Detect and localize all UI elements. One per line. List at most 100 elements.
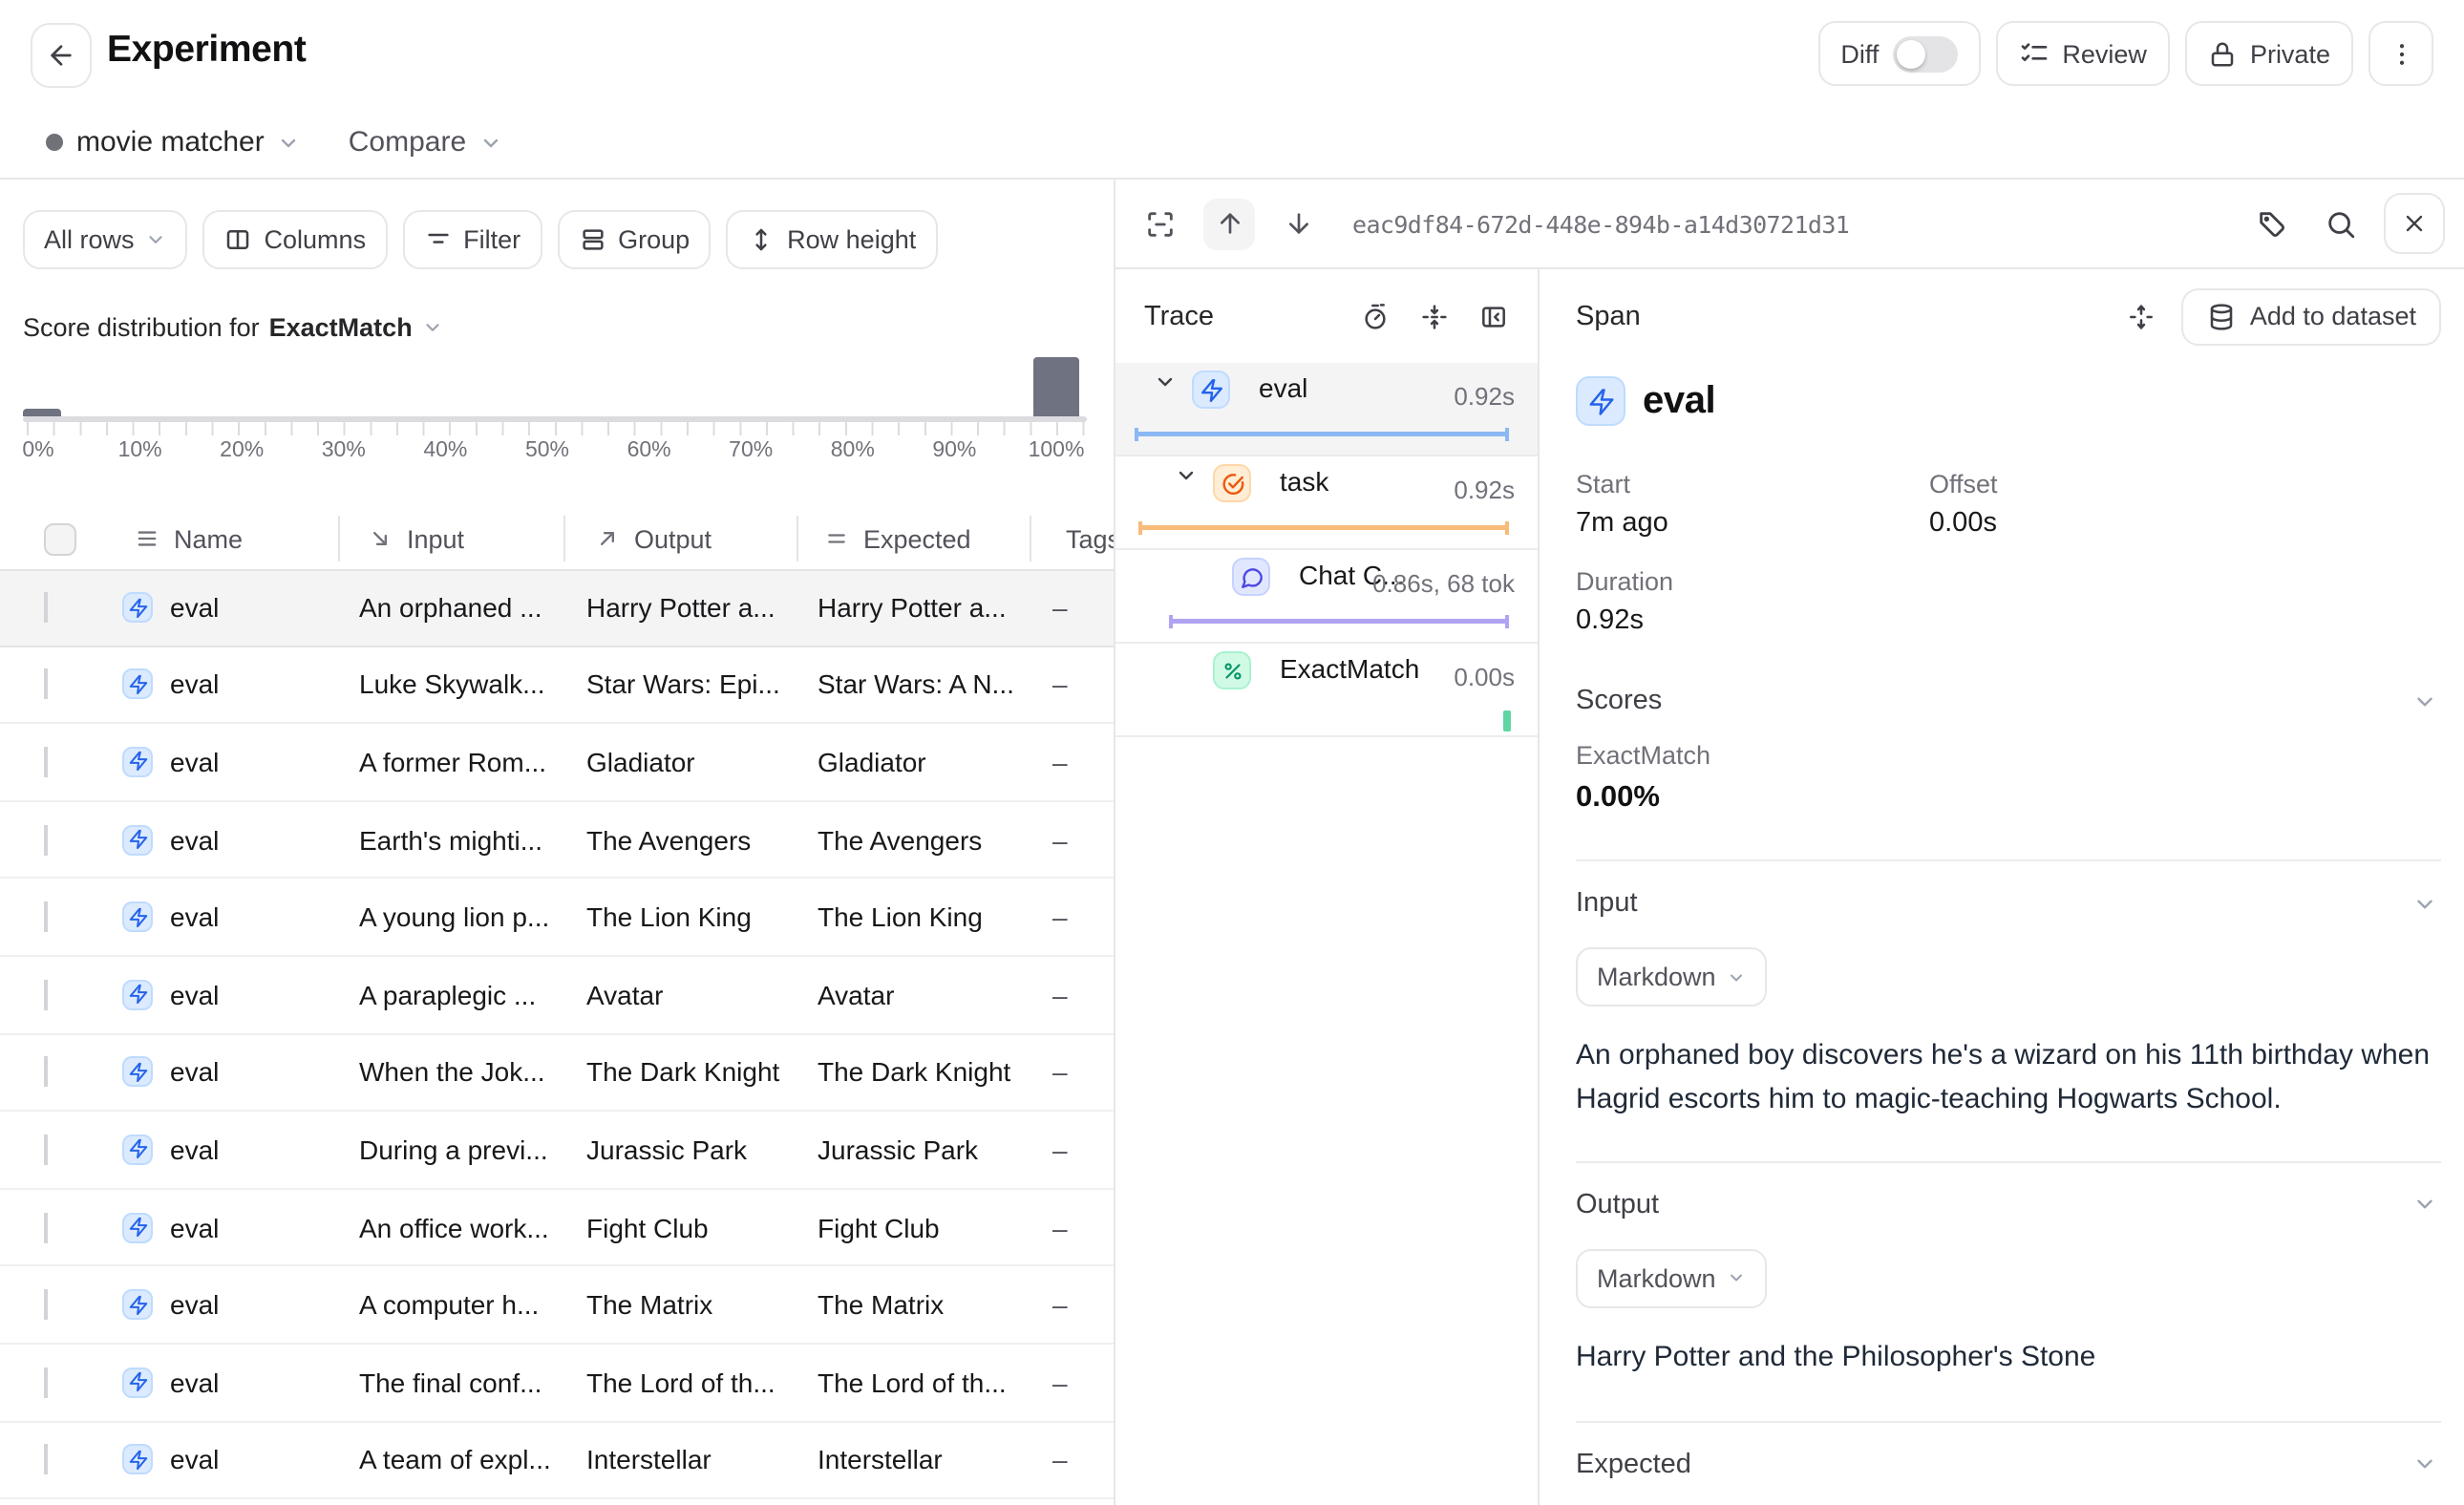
input-format-dropdown[interactable]: Markdown [1576, 947, 1768, 1007]
more-menu-button[interactable] [2368, 21, 2433, 86]
table-row[interactable]: evalLuke Skywalk...Star Wars: Epi...Star… [0, 647, 1114, 724]
row-tags: – [1030, 747, 1114, 777]
database-icon [2206, 301, 2237, 331]
row-checkbox[interactable] [44, 980, 48, 1010]
close-panel-button[interactable] [2384, 193, 2445, 254]
row-tags: – [1030, 901, 1114, 932]
chevron-down-icon[interactable] [422, 317, 443, 338]
expand-vertical-icon [2126, 301, 2156, 331]
page-title: Experiment [107, 29, 306, 73]
compare-selector[interactable]: Compare [349, 126, 466, 159]
histogram-tick-label: 80% [831, 439, 875, 462]
timing-mode-button[interactable] [1360, 301, 1391, 331]
previous-row-button[interactable] [1203, 198, 1255, 249]
arrow-left-icon [46, 40, 76, 71]
score-distribution-label: Score distribution for ExactMatch [23, 313, 1114, 342]
column-header-name[interactable]: Name [107, 514, 338, 563]
next-row-button[interactable] [1272, 198, 1324, 249]
row-name: eval [170, 669, 219, 700]
trace-span-row[interactable]: ExactMatch0.00s [1115, 644, 1538, 737]
select-all-checkbox[interactable] [44, 522, 76, 555]
columns-button[interactable]: Columns [203, 210, 388, 269]
chat-bubble-icon [1232, 558, 1270, 596]
row-expected: Star Wars: A N... [797, 669, 1030, 700]
search-button[interactable] [2315, 198, 2367, 249]
row-output: Interstellar [563, 1445, 797, 1475]
diff-toggle[interactable] [1892, 35, 1957, 72]
collapse-panel-button[interactable] [1478, 301, 1509, 331]
column-header-tags[interactable]: Tags [1030, 514, 1114, 563]
row-name: eval [170, 1057, 219, 1088]
review-button[interactable]: Review [1995, 21, 2170, 86]
expand-fullscreen-button[interactable] [1135, 198, 1186, 249]
table-row[interactable]: evalThe final conf...The Lord of th...Th… [0, 1345, 1114, 1422]
column-header-output[interactable]: Output [563, 514, 797, 563]
row-name: eval [170, 593, 219, 624]
trace-span-duration: 0.92s [1454, 476, 1515, 504]
filter-button[interactable]: Filter [402, 210, 542, 269]
chevron-down-icon[interactable] [278, 131, 301, 154]
table-row[interactable]: evalA former Rom...GladiatorGladiator– [0, 724, 1114, 801]
score-histogram: 0%10%20%30%40%50%60%70%80%90%100% [23, 357, 1091, 464]
row-tags: – [1030, 1289, 1114, 1320]
row-checkbox[interactable] [44, 1445, 48, 1475]
experiment-selector[interactable]: movie matcher [76, 126, 265, 159]
row-checkbox[interactable] [44, 1367, 48, 1397]
input-text: An orphaned boy discovers he's a wizard … [1576, 1033, 2441, 1122]
row-height-icon [747, 225, 775, 254]
group-label: Group [618, 225, 690, 254]
row-checkbox[interactable] [44, 593, 48, 624]
back-button[interactable] [31, 23, 92, 88]
row-checkbox[interactable] [44, 1212, 48, 1242]
table-row[interactable]: evalEarth's mighti...The AvengersThe Ave… [0, 802, 1114, 880]
expand-icon [1144, 207, 1177, 240]
all-rows-filter-button[interactable]: All rows [23, 210, 188, 269]
add-tag-button[interactable] [2246, 198, 2298, 249]
trace-span-row[interactable]: task 0.92s [1115, 456, 1538, 550]
table-row[interactable]: evalAn orphaned ...Harry Potter a...Harr… [0, 569, 1114, 647]
chevron-down-icon[interactable] [1175, 464, 1198, 487]
output-text: Harry Potter and the Philosopher's Stone [1576, 1334, 2441, 1379]
table-row[interactable]: evalAn office work...Fight ClubFight Clu… [0, 1190, 1114, 1267]
table-row[interactable]: evalA computer h...The MatrixThe Matrix– [0, 1267, 1114, 1345]
trace-span-name: task [1280, 466, 1328, 497]
column-header-expected[interactable]: Expected [797, 514, 1030, 563]
table-row[interactable]: evalA paraplegic ...AvatarAvatar– [0, 957, 1114, 1034]
expand-sections-button[interactable] [2126, 301, 2156, 331]
output-format-dropdown[interactable]: Markdown [1576, 1248, 1768, 1307]
trace-span-row[interactable]: Chat C...0.86s, 68 tok [1115, 550, 1538, 644]
trace-span-row[interactable]: eval0.92s [1115, 363, 1538, 456]
collapse-all-button[interactable] [1419, 301, 1450, 331]
table-row[interactable]: evalA young lion p...The Lion KingThe Li… [0, 880, 1114, 957]
histogram-tick-label: 50% [525, 439, 569, 462]
rows-icon [134, 525, 160, 552]
histogram-bar [23, 409, 61, 416]
row-checkbox[interactable] [44, 1057, 48, 1088]
chevron-down-icon[interactable] [2412, 1192, 2437, 1217]
row-checkbox[interactable] [44, 669, 48, 700]
lightning-icon [122, 1367, 153, 1397]
chevron-down-icon[interactable] [2412, 891, 2437, 916]
add-to-dataset-button[interactable]: Add to dataset [2181, 287, 2441, 345]
row-checkbox[interactable] [44, 1289, 48, 1320]
chevron-down-icon[interactable] [2412, 1452, 2437, 1477]
table-row[interactable]: evalA team of expl...InterstellarInterst… [0, 1422, 1114, 1499]
diff-toggle-button[interactable]: Diff [1817, 21, 1980, 86]
histogram-tick-label: 0% [22, 439, 53, 462]
private-button[interactable]: Private [2185, 21, 2353, 86]
chevron-down-icon[interactable] [2412, 689, 2437, 713]
column-header-input[interactable]: Input [338, 514, 563, 563]
score-metric-name: ExactMatch [269, 313, 413, 342]
table-row[interactable]: evalWhen the Jok...The Dark KnightThe Da… [0, 1034, 1114, 1112]
group-button[interactable]: Group [557, 210, 711, 269]
chevron-down-icon[interactable] [1154, 371, 1177, 393]
table-row[interactable]: evalDuring a previ...Jurassic ParkJurass… [0, 1112, 1114, 1189]
chevron-down-icon[interactable] [479, 131, 502, 154]
row-checkbox[interactable] [44, 747, 48, 777]
row-checkbox[interactable] [44, 901, 48, 932]
row-name: eval [170, 980, 219, 1010]
row-checkbox[interactable] [44, 824, 48, 855]
row-checkbox[interactable] [44, 1134, 48, 1165]
row-height-button[interactable]: Row height [726, 210, 937, 269]
histogram-tick-label: 90% [932, 439, 976, 462]
